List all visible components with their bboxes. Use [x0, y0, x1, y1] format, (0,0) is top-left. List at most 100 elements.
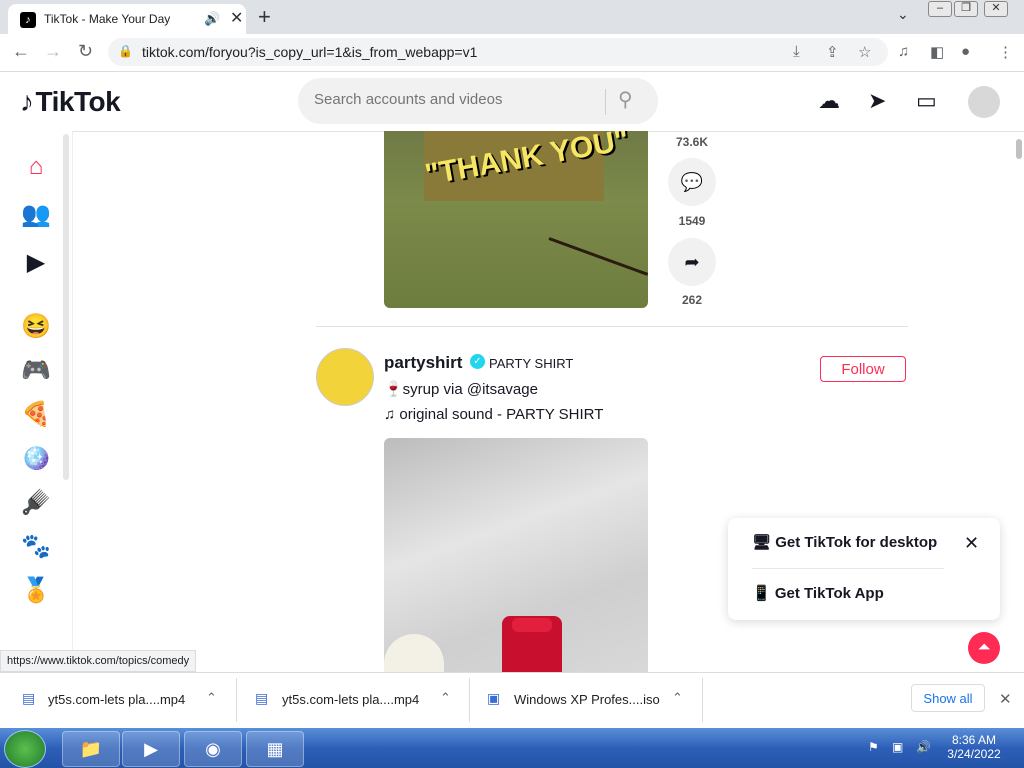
share-icon[interactable]: ⇪ — [826, 43, 839, 61]
maximize-button[interactable]: ❐ — [954, 1, 978, 17]
search-icon[interactable]: ⚲ — [618, 87, 633, 112]
messages-send-icon[interactable]: ➤ — [868, 88, 886, 114]
user-avatar[interactable] — [968, 86, 1000, 118]
comment-icon[interactable]: 💬 — [668, 158, 716, 206]
food-icon[interactable]: 🍕 — [18, 400, 54, 430]
action-center-icon[interactable]: ⚑ — [868, 740, 879, 754]
video-player-2[interactable] — [384, 438, 648, 672]
download-item-1[interactable]: yt5s.com-lets pla....mp4 — [48, 692, 185, 707]
follow-button[interactable]: Follow — [820, 356, 906, 382]
video-file-icon: ▤ — [255, 690, 269, 706]
clock-time: 8:36 AM — [951, 733, 997, 747]
upload-cloud-icon[interactable]: ☁ — [818, 88, 840, 114]
network-icon[interactable]: ▣ — [892, 740, 903, 754]
reload-icon[interactable]: ↻ — [78, 41, 93, 62]
get-app-link[interactable]: 📱 Get TikTok App — [752, 584, 884, 602]
video-stick — [548, 237, 648, 276]
status-link-preview: https://www.tiktok.com/topics/comedy — [0, 650, 197, 672]
dance-icon[interactable]: 🪩 — [18, 444, 54, 474]
volume-icon[interactable]: 🔊 — [916, 740, 931, 754]
media-player-taskbar-icon[interactable]: ▶ — [122, 731, 180, 767]
page-scrollbar[interactable] — [1016, 139, 1022, 159]
minimize-button[interactable]: – — [928, 1, 952, 17]
post-avatar[interactable] — [316, 348, 374, 406]
bookmark-star-icon[interactable]: ☆ — [858, 43, 871, 61]
like-count: 73.6K — [675, 135, 709, 149]
tiktok-note-icon: ♪ — [20, 86, 34, 117]
back-to-top-icon[interactable]: ⏶ — [968, 632, 1000, 664]
tiktok-logo[interactable]: ♪TikTok — [20, 86, 121, 118]
chrome-taskbar-icon[interactable]: ◉ — [184, 731, 242, 767]
window-close-button[interactable]: ✕ — [984, 1, 1008, 17]
beauty-icon[interactable]: 🪮 — [18, 488, 54, 518]
search-box[interactable]: ⚲ — [298, 78, 658, 124]
forward-arrow-icon[interactable]: → — [44, 41, 62, 62]
popup-divider — [752, 568, 944, 569]
clock[interactable]: 8:36 AM 3/24/2022 — [946, 733, 1002, 761]
video-file-icon: ▤ — [22, 690, 36, 706]
install-app-icon[interactable]: ⤓ — [793, 43, 800, 60]
chrome-menu-icon[interactable]: ⋮ — [998, 43, 1013, 61]
share-arrow-icon[interactable]: ➦ — [668, 238, 716, 286]
download-separator — [236, 678, 237, 722]
tiktok-favicon-icon: ♪ — [20, 12, 36, 28]
get-desktop-link[interactable]: 🖥 Get TikTok for desktop — [752, 533, 937, 551]
tab-title: TikTok - Make Your Day — [44, 12, 171, 26]
lock-icon[interactable]: 🔒 — [118, 44, 133, 58]
new-tab-button[interactable]: + — [258, 4, 271, 30]
comedy-icon[interactable]: 😆 — [18, 312, 54, 342]
search-input[interactable] — [312, 90, 596, 109]
app-label: Get TikTok App — [774, 585, 884, 602]
media-control-icon[interactable]: ♫ — [898, 43, 909, 60]
get-app-popup: 🖥 Get TikTok for desktop 📱 Get TikTok Ap… — [728, 518, 1000, 620]
download-item-2[interactable]: yt5s.com-lets pla....mp4 — [282, 692, 419, 707]
post-username[interactable]: partyshirt — [384, 353, 462, 373]
iso-file-icon: ▣ — [487, 690, 501, 706]
show-all-button[interactable]: Show all — [911, 684, 985, 712]
post-nickname[interactable]: PARTY SHIRT — [489, 356, 573, 371]
download-separator — [469, 678, 470, 722]
feed-divider — [316, 326, 908, 327]
download-separator — [702, 678, 703, 722]
side-panel-icon[interactable]: ◧ — [930, 43, 944, 61]
post-sound[interactable]: ♫ original sound - PARTY SHIRT — [384, 406, 603, 423]
start-button[interactable] — [4, 730, 46, 768]
downloads-close-icon[interactable]: ✕ — [999, 690, 1012, 708]
audio-playing-icon[interactable]: 🔊 — [204, 11, 220, 27]
url-text[interactable]: tiktok.com/foryou?is_copy_url=1&is_from_… — [142, 44, 477, 60]
video-bottle-cap — [512, 618, 552, 632]
phone-icon: 📱 — [752, 585, 775, 602]
live-video-icon[interactable]: ▶ — [18, 248, 54, 278]
download-item-3[interactable]: Windows XP Profes....iso — [514, 692, 660, 707]
search-divider — [605, 89, 606, 115]
following-icon[interactable]: 👥 — [18, 200, 54, 230]
sidebar-scrollbar[interactable] — [63, 134, 69, 480]
explorer-taskbar-icon[interactable]: 📁 — [62, 731, 120, 767]
back-arrow-icon[interactable]: ← — [12, 41, 30, 62]
logo-text: TikTok — [35, 86, 121, 117]
sports-icon[interactable]: 🏅 — [18, 576, 54, 606]
close-tab-icon[interactable]: ✕ — [230, 8, 243, 28]
virtualbox-taskbar-icon[interactable]: ▦ — [246, 731, 304, 767]
animals-icon[interactable]: 🐾 — [18, 532, 54, 562]
download-1-chevron-icon[interactable]: ⌃ — [206, 690, 217, 706]
clock-date: 3/24/2022 — [947, 747, 1001, 761]
profile-icon[interactable]: ● — [961, 43, 970, 60]
share-count: 262 — [681, 293, 703, 307]
comment-count: 1549 — [678, 214, 706, 228]
video-player-1[interactable]: "THANK YOU" — [384, 131, 648, 308]
video-cup — [384, 634, 444, 672]
music-note-icon: ♫ — [384, 406, 400, 423]
sound-label: original sound - PARTY SHIRT — [399, 406, 604, 423]
desktop-label: Get TikTok for desktop — [775, 534, 938, 551]
home-icon[interactable]: ⌂ — [18, 152, 54, 182]
download-2-chevron-icon[interactable]: ⌃ — [440, 690, 451, 706]
gaming-icon[interactable]: 🎮 — [18, 356, 54, 386]
download-3-chevron-icon[interactable]: ⌃ — [672, 690, 683, 706]
inbox-icon[interactable]: ▭ — [916, 88, 937, 114]
browser-tab[interactable]: ♪ TikTok - Make Your Day 🔊 ✕ — [8, 4, 246, 34]
popup-close-icon[interactable]: ✕ — [964, 533, 979, 554]
tab-search-icon[interactable]: ⌄ — [897, 6, 909, 23]
desktop-monitor-icon: 🖥 — [752, 534, 776, 551]
verified-badge-icon: ✓ — [470, 354, 485, 369]
